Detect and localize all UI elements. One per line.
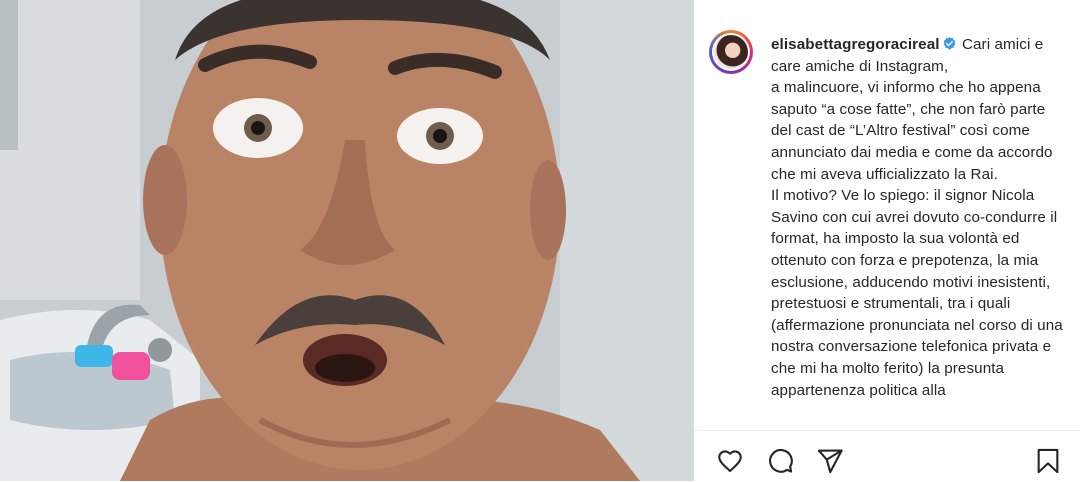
post-action-bar: [694, 430, 1080, 482]
heart-icon: [718, 450, 742, 472]
author-avatar[interactable]: [709, 30, 753, 74]
like-button[interactable]: [716, 447, 744, 475]
post-photo[interactable]: [0, 0, 693, 481]
caption-paragraph: Il motivo? Ve lo spiego: il signor Nicol…: [771, 187, 1063, 399]
avatar-image: [714, 35, 748, 69]
post-side-panel: elisabettagregoracireal Cari amici e car…: [694, 0, 1080, 481]
author-username[interactable]: elisabettagregoracireal: [771, 36, 940, 53]
post-caption: elisabettagregoracireal Cari amici e car…: [771, 34, 1067, 427]
caption-paragraph: a malincuore, vi informo che ho appena s…: [771, 79, 1053, 183]
verified-badge-icon: [943, 37, 956, 50]
selfie-image: [0, 0, 693, 481]
share-icon: [817, 449, 843, 474]
bookmark-icon: [1037, 448, 1059, 474]
share-button[interactable]: [816, 447, 844, 475]
comment-icon: [769, 448, 793, 473]
comment-button[interactable]: [766, 447, 794, 475]
save-button[interactable]: [1034, 447, 1062, 475]
